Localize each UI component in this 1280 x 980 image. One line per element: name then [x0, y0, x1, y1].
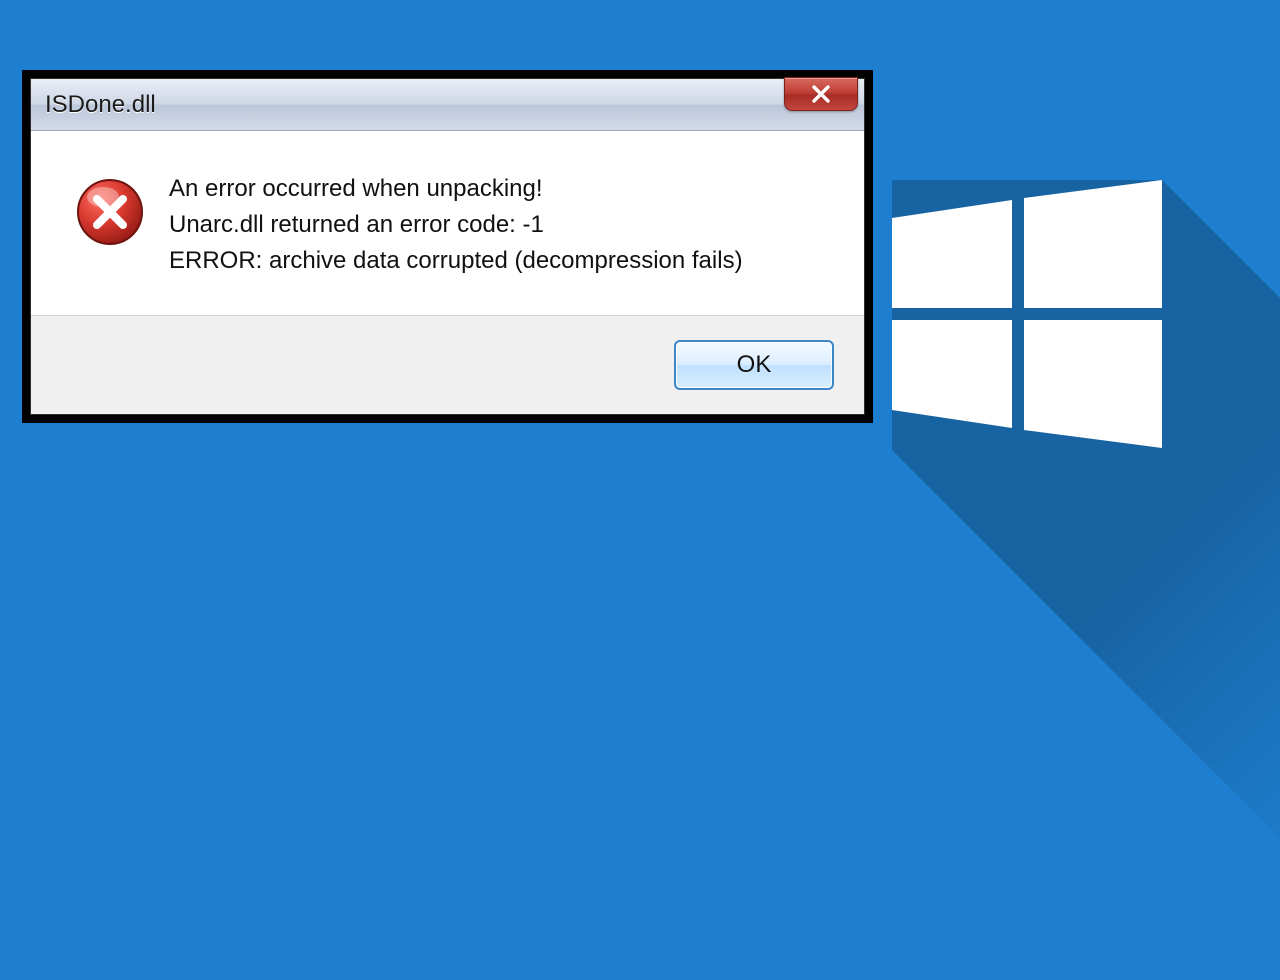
dialog-title: ISDone.dll	[45, 91, 156, 119]
error-message-line3: ERROR: archive data corrupted (decompres…	[169, 243, 743, 279]
error-message-line1: An error occurred when unpacking!	[169, 171, 743, 207]
dialog-titlebar[interactable]: ISDone.dll	[31, 79, 864, 131]
windows-logo-icon	[892, 180, 1162, 450]
dialog-body: An error occurred when unpacking! Unarc.…	[31, 131, 864, 315]
error-icon	[75, 177, 145, 247]
ok-button[interactable]: OK	[674, 340, 834, 390]
error-dialog: ISDone.dll An error occurred when unpack…	[30, 78, 865, 415]
windows-logo-decor	[892, 180, 1242, 530]
error-message: An error occurred when unpacking! Unarc.…	[169, 171, 743, 279]
close-icon	[810, 83, 832, 105]
close-button[interactable]	[784, 77, 858, 111]
dialog-button-row: OK	[31, 315, 864, 414]
error-message-line2: Unarc.dll returned an error code: -1	[169, 207, 743, 243]
